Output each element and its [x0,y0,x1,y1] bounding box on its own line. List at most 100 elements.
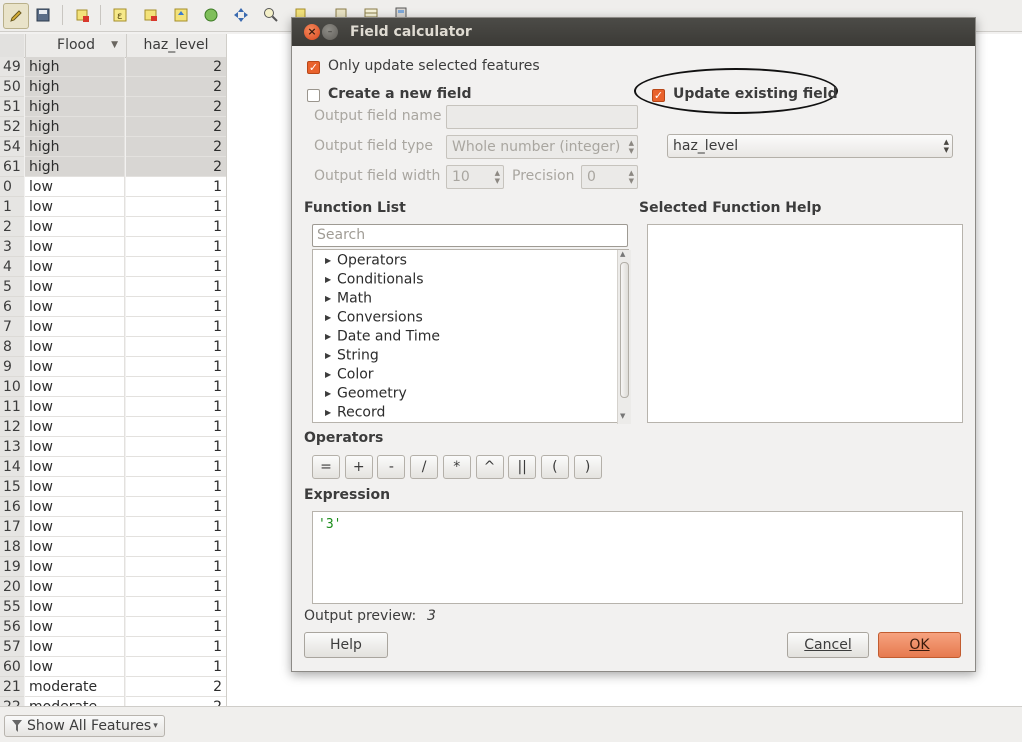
pencil-icon[interactable] [3,3,29,29]
table-row[interactable]: 10 low 1 [0,377,226,397]
function-list-scrollbar[interactable]: ▲ ▼ [617,250,631,424]
table-row[interactable]: 11 low 1 [0,397,226,417]
function-group-label: Record [337,404,386,421]
table-row[interactable]: 3 low 1 [0,237,226,257]
function-group-item[interactable]: ▶ Conditionals [325,270,424,289]
move-top-icon[interactable] [169,3,193,27]
scroll-thumb[interactable] [620,262,629,398]
expression-icon[interactable]: ε [108,3,132,27]
column-header-haz-level[interactable]: haz_level [126,34,226,57]
table-row[interactable]: 16 low 1 [0,497,226,517]
expand-arrow-icon[interactable]: ▶ [325,308,337,327]
haz-level-cell: 1 [126,457,226,477]
function-group-item[interactable]: ▶ String [325,346,379,365]
table-row[interactable]: 19 low 1 [0,557,226,577]
table-row[interactable]: 8 low 1 [0,337,226,357]
table-row[interactable]: 60 low 1 [0,657,226,677]
expand-arrow-icon[interactable]: ▶ [325,251,337,270]
cancel-button[interactable]: Cancel [787,632,869,658]
minimize-icon[interactable]: – [322,24,338,40]
table-row[interactable]: 6 low 1 [0,297,226,317]
flood-cell: low [25,377,125,397]
table-row[interactable]: 21 moderate 2 [0,677,226,697]
flood-cell: high [25,97,125,117]
precision-spinbox[interactable]: 0 ▲ ▼ [581,165,638,189]
operator-button[interactable]: * [442,455,471,479]
expand-arrow-icon[interactable]: ▶ [325,327,337,346]
operator-button[interactable]: ) [573,455,602,479]
haz-level-cell: 2 [126,137,226,157]
flood-cell: low [25,497,125,517]
table-row[interactable]: 51 high 2 [0,97,226,117]
expand-arrow-icon[interactable]: ▶ [325,346,337,365]
table-row[interactable]: 7 low 1 [0,317,226,337]
existing-field-combobox[interactable]: haz_level ▲ ▼ [667,134,953,158]
new-field-icon[interactable] [70,3,94,27]
expand-arrow-icon[interactable]: ▶ [325,365,337,384]
operator-button[interactable]: ^ [475,455,504,479]
table-row[interactable]: 13 low 1 [0,437,226,457]
flood-cell: low [25,437,125,457]
function-group-item[interactable]: ▶ Date and Time [325,327,440,346]
zoom-selected-icon[interactable] [259,3,283,27]
function-group-item[interactable]: ▶ Color [325,365,374,384]
function-search-input[interactable]: Search [312,224,628,247]
table-row[interactable]: 54 high 2 [0,137,226,157]
expand-arrow-icon[interactable]: ▶ [325,384,337,403]
table-row[interactable]: 61 high 2 [0,157,226,177]
table-row[interactable]: 9 low 1 [0,357,226,377]
function-group-item[interactable]: ▶ Record [325,403,385,422]
table-row[interactable]: 20 low 1 [0,577,226,597]
table-row[interactable]: 49 high 2 [0,57,226,77]
only-selected-checkbox[interactable]: ✓ [307,61,320,74]
function-group-item[interactable]: ▶ Conversions [325,308,423,327]
update-existing-field-checkbox[interactable]: ✓ [652,89,665,102]
table-row[interactable]: 0 low 1 [0,177,226,197]
output-preview-value: 3 [427,608,436,624]
pan-icon[interactable] [229,3,253,27]
table-row[interactable]: 57 low 1 [0,637,226,657]
ok-button[interactable]: OK [878,632,961,658]
expand-arrow-icon[interactable]: ▶ [325,289,337,308]
table-row[interactable]: 14 low 1 [0,457,226,477]
table-row[interactable]: 55 low 1 [0,597,226,617]
column-header-flood[interactable]: Flood ▼ [25,34,127,57]
operator-button[interactable]: ( [540,455,569,479]
expand-arrow-icon[interactable]: ▶ [325,270,337,289]
table-row[interactable]: 2 low 1 [0,217,226,237]
flood-cell: low [25,517,125,537]
output-field-name-input[interactable] [446,105,638,129]
scroll-down-icon[interactable]: ▼ [620,412,625,420]
operator-button[interactable]: + [344,455,373,479]
table-row[interactable]: 50 high 2 [0,77,226,97]
function-group-item[interactable]: ▶ Geometry [325,384,407,403]
close-icon[interactable]: × [304,24,320,40]
function-group-item[interactable]: ▶ Math [325,289,372,308]
help-button[interactable]: Help [304,632,388,658]
operator-button[interactable]: / [410,455,439,479]
table-row[interactable]: 4 low 1 [0,257,226,277]
create-new-field-checkbox[interactable] [307,89,320,102]
table-row[interactable]: 18 low 1 [0,537,226,557]
show-all-features-button[interactable]: Show All Features ▾ [4,715,165,737]
operator-button[interactable]: = [312,455,340,479]
expand-arrow-icon[interactable]: ▶ [325,403,337,422]
function-group-item[interactable]: ▶ Operators [325,251,407,270]
operator-button[interactable]: || [508,455,537,479]
operator-button[interactable]: - [377,455,406,479]
table-row[interactable]: 17 low 1 [0,517,226,537]
table-row[interactable]: 1 low 1 [0,197,226,217]
scroll-up-icon[interactable]: ▲ [620,250,625,258]
row-id-cell: 20 [0,577,24,597]
delete-selected-icon[interactable] [139,3,163,27]
output-field-width-spinbox[interactable]: 10 ▲ ▼ [446,165,504,189]
invert-icon[interactable] [199,3,223,27]
expression-editor[interactable]: '3' [312,511,963,604]
table-row[interactable]: 5 low 1 [0,277,226,297]
output-field-type-select[interactable]: Whole number (integer) ▲ ▼ [446,135,638,159]
save-icon[interactable] [31,3,55,27]
table-row[interactable]: 56 low 1 [0,617,226,637]
table-row[interactable]: 52 high 2 [0,117,226,137]
table-row[interactable]: 15 low 1 [0,477,226,497]
table-row[interactable]: 12 low 1 [0,417,226,437]
